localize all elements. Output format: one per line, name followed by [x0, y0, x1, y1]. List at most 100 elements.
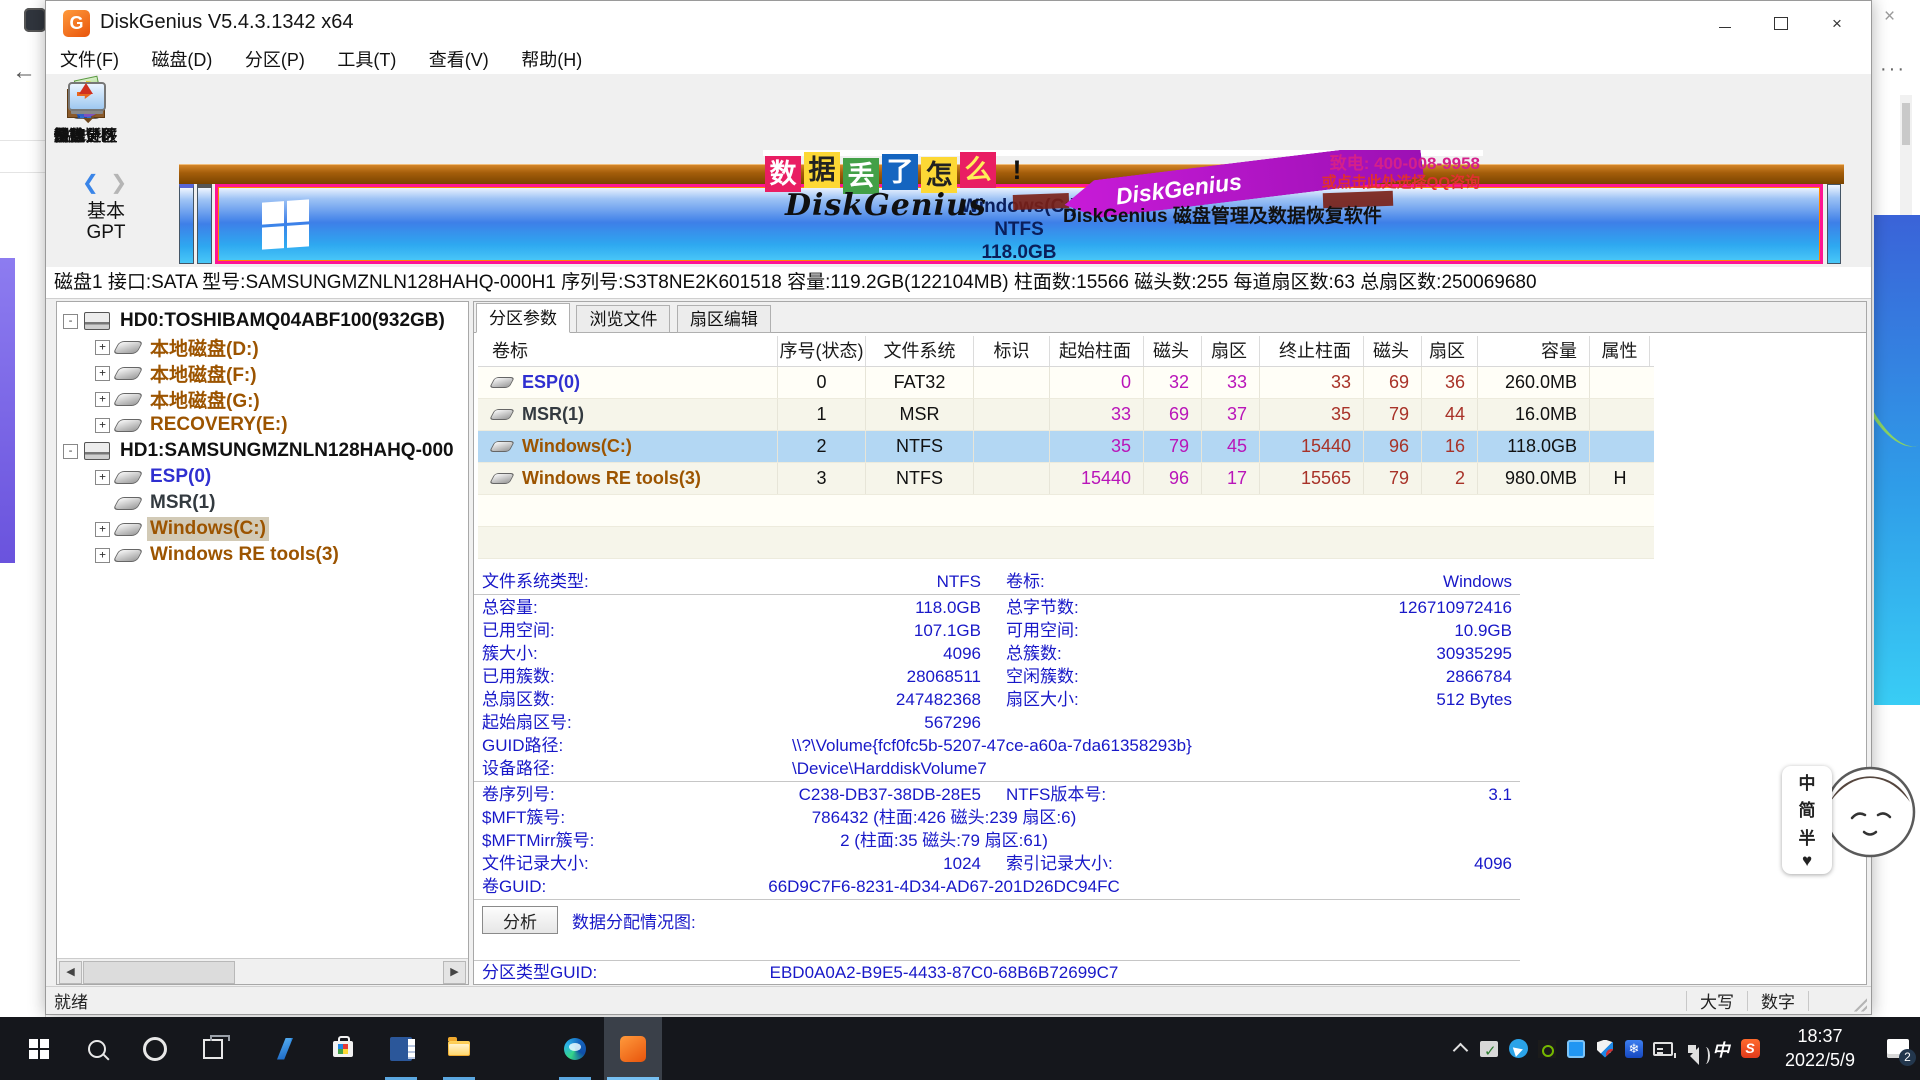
table-row[interactable]: Windows(C:) 2 NTFS 35 79 45 15440 96 16 … [478, 431, 1654, 463]
column-header[interactable]: 扇区 [1202, 336, 1260, 366]
ime-status-item[interactable]: ♥ [1802, 851, 1812, 871]
table-row[interactable]: MSR(1) 1 MSR 33 69 37 35 79 44 16.0MB [478, 399, 1654, 431]
column-header[interactable]: 容量 [1478, 336, 1590, 366]
tree-horizontal-scrollbar[interactable]: ◀ ▶ [57, 958, 468, 984]
tray-icon[interactable] [1537, 1038, 1557, 1060]
tree-item[interactable]: + RECOVERY(E:) [57, 412, 468, 438]
column-header[interactable]: 磁头 [1144, 336, 1202, 366]
banner-contact[interactable]: 致电: 400-008-9958 或点击此处选择QQ咨询 [1280, 153, 1480, 193]
column-header[interactable]: 属性 [1590, 336, 1650, 366]
tree-item[interactable]: + ESP(0) [57, 464, 468, 490]
expander-icon[interactable]: + [95, 366, 110, 381]
tray-icon[interactable] [1682, 1038, 1702, 1060]
taskbar-button[interactable] [126, 1017, 184, 1080]
expander-icon[interactable]: + [95, 418, 110, 433]
tree-item[interactable]: + 本地磁盘(G:) [57, 386, 468, 412]
tray-icon[interactable] [1566, 1038, 1586, 1060]
tray-icon[interactable] [1479, 1038, 1499, 1060]
taskbar-button[interactable] [314, 1017, 372, 1080]
tree-item[interactable]: + 本地磁盘(D:) [57, 334, 468, 360]
tab[interactable]: 分区参数 [476, 303, 570, 333]
scrollbar-thumb[interactable] [83, 961, 235, 984]
tray-icon[interactable] [1624, 1038, 1644, 1060]
scroll-right-icon[interactable]: ▶ [443, 961, 466, 984]
analyze-button[interactable]: 分析 [482, 906, 558, 934]
column-header[interactable]: 起始柱面 [1050, 336, 1144, 366]
taskbar-button[interactable] [372, 1017, 430, 1080]
column-header[interactable]: 卷标 [478, 336, 778, 366]
next-disk-icon[interactable]: ❯ [110, 172, 127, 194]
action-center-button[interactable]: 2 [1876, 1017, 1920, 1080]
drive-icon [113, 549, 144, 562]
taskbar-button[interactable] [430, 1017, 488, 1080]
disk-nav-arrows[interactable]: ❮ ❯ [82, 170, 127, 195]
expander-icon[interactable]: + [95, 548, 110, 563]
tree-item[interactable]: + 本地磁盘(F:) [57, 360, 468, 386]
table-header: 卷标序号(状态)文件系统标识起始柱面磁头扇区终止柱面磁头扇区容量属性 [478, 336, 1654, 367]
scroll-left-icon[interactable]: ◀ [59, 961, 82, 984]
expander-icon[interactable]: + [95, 340, 110, 355]
taskbar-button[interactable] [546, 1017, 604, 1080]
partition-block-msr[interactable] [197, 184, 212, 264]
background-scrollbar[interactable] [1900, 95, 1912, 215]
column-header[interactable]: 标识 [974, 336, 1050, 366]
menu-item[interactable]: 查看(V) [415, 46, 503, 74]
taskbar-button[interactable] [488, 1017, 546, 1080]
back-arrow-icon[interactable]: ← [12, 58, 36, 86]
table-row[interactable]: ESP(0) 0 FAT32 0 32 33 33 69 36 260.0MB [478, 367, 1654, 399]
column-header[interactable]: 终止柱面 [1260, 336, 1364, 366]
ime-status-item[interactable]: 半 [1799, 824, 1816, 849]
prev-disk-icon[interactable]: ❮ [82, 172, 99, 194]
expander-icon[interactable]: + [95, 392, 110, 407]
tray-icon[interactable] [1508, 1038, 1528, 1060]
tab[interactable]: 扇区编辑 [677, 305, 771, 333]
taskbar-button[interactable] [10, 1017, 68, 1080]
banner-qq-link[interactable]: 或点击此处选择QQ咨询 [1280, 174, 1480, 193]
ime-status-widget[interactable]: 中简半♥ [1782, 766, 1832, 874]
tree-item[interactable]: - HD1:SAMSUNGMZNLN128HAHQ-000 [57, 438, 468, 464]
expander-icon[interactable] [95, 496, 110, 511]
tree-item[interactable]: + Windows RE tools(3) [57, 542, 468, 568]
column-header[interactable]: 扇区 [1422, 336, 1478, 366]
taskbar-button[interactable] [256, 1017, 314, 1080]
expander-icon[interactable]: - [63, 314, 78, 329]
tree-item[interactable]: MSR(1) [57, 490, 468, 516]
column-header[interactable]: 序号(状态) [778, 336, 866, 366]
menu-item[interactable]: 文件(F) [46, 46, 133, 74]
tray-icon[interactable] [1740, 1038, 1760, 1060]
taskbar-button[interactable] [604, 1017, 662, 1080]
numlock-indicator: 数字 [1750, 988, 1806, 1013]
partition-block-esp[interactable] [179, 184, 194, 264]
taskbar-button[interactable] [184, 1017, 242, 1080]
partition-block-re-tools[interactable] [1827, 184, 1841, 264]
tray-icon[interactable] [1595, 1038, 1615, 1060]
ime-status-item[interactable]: 中 [1799, 769, 1816, 794]
tree-item[interactable]: + Windows(C:) [57, 516, 468, 542]
tab[interactable]: 浏览文件 [576, 305, 670, 333]
taskbar-clock[interactable]: 18:37 2022/5/9 [1774, 1025, 1866, 1072]
more-options-icon[interactable]: ··· [1880, 58, 1906, 81]
resize-grip[interactable] [1851, 996, 1867, 1012]
maximize-button[interactable] [1753, 1, 1809, 46]
tray-icon[interactable] [1653, 1038, 1673, 1060]
menu-item[interactable]: 帮助(H) [507, 46, 596, 74]
tree-item[interactable]: - HD0:TOSHIBAMQ04ABF100(932GB) [57, 308, 468, 334]
minimize-button[interactable] [1697, 1, 1753, 46]
close-button[interactable]: × [1809, 1, 1865, 46]
expander-icon[interactable]: + [95, 470, 110, 485]
tray-icon[interactable] [1450, 1038, 1470, 1060]
column-header[interactable]: 磁头 [1364, 336, 1422, 366]
taskbar-button[interactable] [68, 1017, 126, 1080]
expander-icon[interactable]: + [95, 522, 110, 537]
menu-item[interactable]: 分区(P) [231, 46, 319, 74]
menu-item[interactable]: 工具(T) [323, 46, 410, 74]
menu-item[interactable]: 磁盘(D) [137, 46, 226, 74]
column-header[interactable]: 文件系统 [866, 336, 974, 366]
titlebar[interactable]: G DiskGenius V5.4.3.1342 x64 × [46, 1, 1871, 46]
expander-icon[interactable]: - [63, 444, 78, 459]
tray-icon[interactable] [1711, 1038, 1731, 1060]
ime-status-item[interactable]: 简 [1799, 796, 1816, 821]
table-row[interactable]: Windows RE tools(3) 3 NTFS 15440 96 17 1… [478, 463, 1654, 495]
background-close-icon[interactable]: × [1884, 6, 1895, 28]
partition-fs: NTFS [218, 218, 1820, 241]
